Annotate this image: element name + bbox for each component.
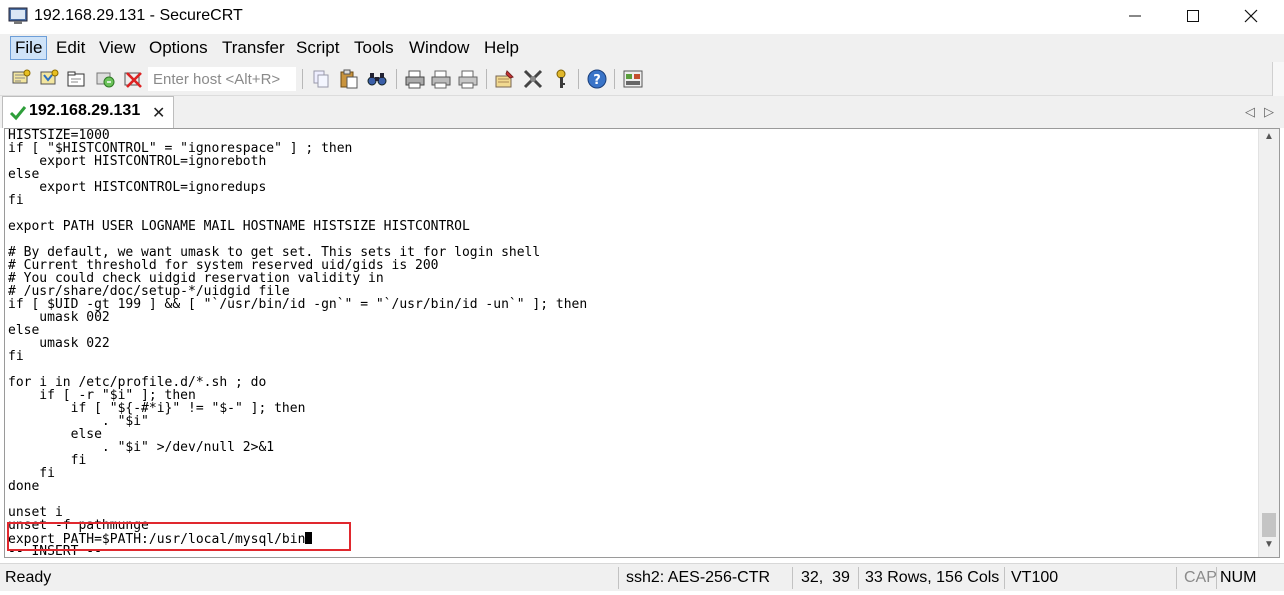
maximize-button[interactable] <box>1164 0 1222 32</box>
quick-connect-icon[interactable] <box>38 68 60 90</box>
status-caps-lock: CAP <box>1184 569 1217 586</box>
terminal-line: . "$i" >/dev/null 2>&1 <box>8 440 275 455</box>
menu-options[interactable]: Options <box>145 36 212 60</box>
print-screen-icon[interactable] <box>404 68 426 90</box>
tab-scroll-right-icon[interactable]: ▷ <box>1264 104 1274 120</box>
terminal-line: export HISTCONTROL=ignoreboth <box>8 154 267 169</box>
session-tab-label: 192.168.29.131 <box>29 102 141 119</box>
terminal-line: else <box>8 323 40 338</box>
toolbar-separator <box>578 69 579 89</box>
status-protocol: ssh2: AES-256-CTR <box>626 569 771 586</box>
status-divider <box>1004 567 1005 589</box>
terminal-output[interactable]: HISTSIZE=1000 if [ "$HISTCONTROL" = "igno… <box>8 129 1258 557</box>
minimize-icon <box>1129 15 1141 17</box>
terminal-line: . "$i" <box>8 414 149 429</box>
status-divider <box>858 567 859 589</box>
connect-in-tab-icon[interactable] <box>66 68 88 90</box>
connected-check-icon <box>9 105 27 121</box>
scroll-up-icon[interactable]: ▲ <box>1259 131 1279 147</box>
title-bar: 192.168.29.131 - SecureCRT <box>0 0 1284 34</box>
status-terminal-size: 33 Rows, 156 Cols <box>865 569 1000 586</box>
close-icon <box>1244 9 1258 23</box>
scroll-down-icon[interactable]: ▼ <box>1259 539 1279 555</box>
status-bar: Ready ssh2: AES-256-CTR 32, 39 33 Rows, … <box>0 563 1284 591</box>
help-icon[interactable]: ? <box>586 68 608 90</box>
session-options-icon[interactable] <box>494 68 516 90</box>
menu-bar: File Edit View Options Transfer Script T… <box>0 34 1284 62</box>
terminal-line: fi <box>8 349 24 364</box>
disconnect-icon[interactable] <box>122 68 144 90</box>
terminal-line: fi <box>8 466 55 481</box>
status-divider <box>792 567 793 589</box>
close-button[interactable] <box>1222 0 1280 32</box>
menu-edit[interactable]: Edit <box>52 36 89 60</box>
toolbar: ? <box>0 62 1284 96</box>
reconnect-icon[interactable] <box>94 68 116 90</box>
terminal-line: export HISTCONTROL=ignoredups <box>8 180 267 195</box>
quick-host-input[interactable] <box>148 67 296 91</box>
terminal-line: done <box>8 479 40 494</box>
svg-text:?: ? <box>593 73 601 88</box>
terminal-line: umask 002 <box>8 310 110 325</box>
toolbar-overflow[interactable] <box>1272 62 1284 96</box>
window-title: 192.168.29.131 - SecureCRT <box>34 7 243 24</box>
menu-help[interactable]: Help <box>480 36 523 60</box>
toolbar-separator <box>614 69 615 89</box>
window-bottom-edge <box>0 591 1284 595</box>
menu-window[interactable]: Window <box>405 36 473 60</box>
status-divider <box>1216 567 1217 589</box>
status-ready: Ready <box>5 569 52 586</box>
menu-view[interactable]: View <box>95 36 140 60</box>
terminal-line: fi <box>8 193 24 208</box>
maximize-icon <box>1187 10 1199 22</box>
menu-transfer[interactable]: Transfer <box>218 36 289 60</box>
copy-icon[interactable] <box>310 68 332 90</box>
status-divider <box>1176 567 1177 589</box>
terminal-line: export PATH USER LOGNAME MAIL HOSTNAME H… <box>8 219 470 234</box>
tab-close-icon[interactable]: ✕ <box>152 103 165 123</box>
toolbar-separator <box>486 69 487 89</box>
find-icon[interactable] <box>366 68 388 90</box>
securecrt-app-icon[interactable] <box>8 7 28 25</box>
status-emulation: VT100 <box>1011 569 1059 586</box>
toolbar-separator <box>396 69 397 89</box>
terminal-line: if [ "${-#*i}" != "$-" ]; then <box>8 401 306 416</box>
minimize-button[interactable] <box>1106 0 1164 32</box>
status-divider <box>618 567 619 589</box>
scrollbar-thumb[interactable] <box>1262 513 1276 537</box>
toolbar-separator <box>302 69 303 89</box>
terminal-view[interactable]: HISTSIZE=1000 if [ "$HISTCONTROL" = "igno… <box>4 128 1280 558</box>
print-icon[interactable] <box>457 68 479 90</box>
session-tab[interactable]: 192.168.29.131 ✕ <box>2 96 174 128</box>
status-cursor-position: 32, 39 <box>801 569 850 586</box>
keymap-icon[interactable] <box>550 68 572 90</box>
global-options-icon[interactable] <box>522 68 544 90</box>
terminal-line: fi <box>8 453 87 468</box>
paste-icon[interactable] <box>338 68 360 90</box>
menu-tools[interactable]: Tools <box>350 36 398 60</box>
terminal-scrollbar[interactable]: ▲ ▼ <box>1258 129 1279 557</box>
menu-file[interactable]: File <box>10 36 48 60</box>
status-num-lock: NUM <box>1220 569 1257 586</box>
print-selection-icon[interactable] <box>430 68 452 90</box>
sftp-icon[interactable] <box>622 68 644 90</box>
terminal-line: if [ $UID -gt 199 ] && [ "`/usr/bin/id -… <box>8 297 588 312</box>
terminal-line: umask 022 <box>8 336 110 351</box>
terminal-line: unset i <box>8 505 63 520</box>
session-tab-strip: 192.168.29.131 ✕ ◁ ▷ <box>0 96 1284 128</box>
highlight-annotation-box <box>7 522 351 551</box>
tab-scroll-left-icon[interactable]: ◁ <box>1245 104 1255 120</box>
menu-script[interactable]: Script <box>292 36 343 60</box>
connect-icon[interactable] <box>10 68 32 90</box>
